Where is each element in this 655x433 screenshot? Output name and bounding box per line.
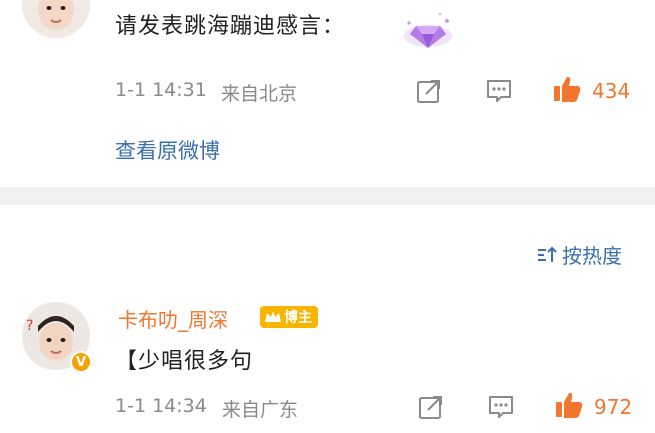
verified-v-icon: V [70,351,92,373]
share-icon[interactable] [416,392,446,422]
comment-location: 来自广东 [222,399,299,421]
sort-label: 按热度 [562,244,622,268]
view-original-link[interactable]: 查看原微博 [115,135,220,165]
svg-text:?: ? [26,318,33,334]
badge-label: 博主 [284,310,312,326]
comment-timestamp: 1-1 14:31 [115,79,207,101]
comment-timestamp: 1-1 14:34 [115,395,207,417]
avatar[interactable] [22,0,90,38]
author-badge: 博主 [260,306,318,328]
like-count: 972 [594,395,633,419]
share-icon[interactable] [414,76,444,106]
like-icon[interactable] [554,390,584,420]
comment-text: 请发表跳海蹦迪感言： [115,14,346,39]
crown-icon [264,309,282,325]
comment-location: 来自北京 [221,83,298,105]
section-divider [0,187,655,205]
diamond-sticker-icon [400,6,456,52]
like-icon[interactable] [552,74,582,104]
comment-icon[interactable] [486,392,516,422]
username[interactable]: 卡布叻_周深 [118,304,228,333]
sort-by-hot-button[interactable]: 按热度 [536,240,622,269]
like-count: 434 [592,79,631,103]
comment-icon[interactable] [484,76,514,106]
sort-icon [536,245,558,265]
comment-text: 【少唱很多句 [115,349,254,374]
